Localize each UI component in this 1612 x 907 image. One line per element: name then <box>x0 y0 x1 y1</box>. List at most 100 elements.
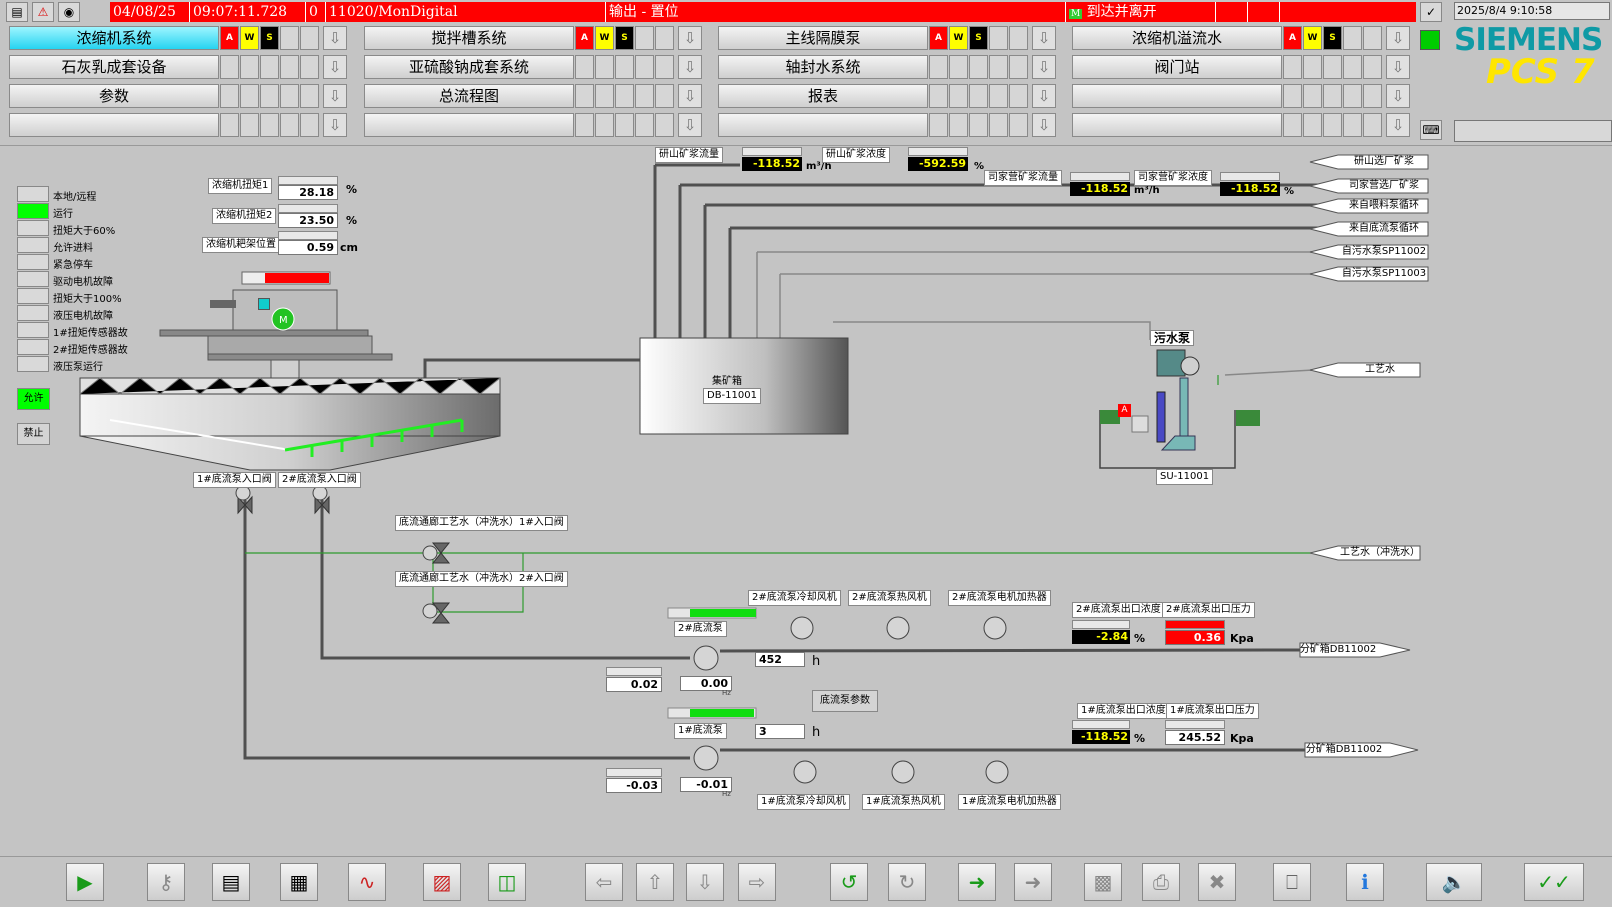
pump2-out-conc[interactable]: -2.84 <box>1072 630 1130 644</box>
pump1-out-press-status <box>1165 720 1225 729</box>
forbid-button[interactable]: 禁止 <box>17 423 50 445</box>
torque2-unit: % <box>346 214 358 227</box>
pump1-motor-heater-label[interactable]: 1#底流泵电机加热器 <box>958 794 1061 810</box>
pump1-destination[interactable]: 分矿箱DB11002 <box>1300 743 1388 757</box>
copy-icon[interactable]: ▩ <box>1084 863 1122 901</box>
pump2-name[interactable]: 2#底流泵 <box>674 621 727 637</box>
arrow-right-icon[interactable]: ⇨ <box>738 863 776 901</box>
process-diagram: M <box>79 154 1429 784</box>
login-icon[interactable]: ➜ <box>958 863 996 901</box>
legend-label: 扭矩大于100% <box>53 294 122 305</box>
torque1-value[interactable]: 28.18 <box>278 185 338 200</box>
underflow-params-button[interactable]: 底流泵参数 <box>812 690 878 712</box>
sijiaying-flow-value[interactable]: -118.52 <box>1070 182 1130 196</box>
key-icon[interactable]: ⚷ <box>147 863 185 901</box>
incoming-sijiaying[interactable]: 司家营选厂矿浆 <box>1340 179 1428 193</box>
pump2-unit-b: Hz <box>722 689 731 697</box>
print-icon[interactable]: ⎙ <box>1142 863 1180 901</box>
pump2-val-a[interactable]: 0.02 <box>606 677 662 692</box>
legend-indicator <box>17 203 49 219</box>
sewage-alarm-icon: A <box>1118 404 1131 417</box>
arrow-up-icon[interactable]: ⇧ <box>636 863 674 901</box>
pump2-heater-fan-label[interactable]: 2#底流泵热风机 <box>848 590 931 606</box>
legend-label: 液压电机故障 <box>53 311 113 322</box>
arrow-left-icon[interactable]: ⇦ <box>585 863 623 901</box>
monitor-icon[interactable]: ⎕ <box>1273 863 1311 901</box>
acknowledge-icon[interactable]: ✓✓ <box>1524 863 1584 901</box>
legend-label: 允许进料 <box>53 243 93 254</box>
play-icon[interactable]: ▶ <box>66 863 104 901</box>
sijiaying-flow-unit: m³/h <box>1134 185 1160 196</box>
torque2-value[interactable]: 23.50 <box>278 213 338 228</box>
legend-indicator <box>17 237 49 253</box>
uf1-inlet-valve-label[interactable]: 1#底流泵入口阀 <box>193 472 276 488</box>
pump1-name[interactable]: 1#底流泵 <box>674 723 727 739</box>
pump2-cooler-label[interactable]: 2#底流泵冷却风机 <box>748 590 841 606</box>
pump2-out-conc-unit: % <box>1134 632 1146 645</box>
flush2-valve-label[interactable]: 底流通廊工艺水（冲洗水）2#入口阀 <box>395 571 568 587</box>
pump2-destination[interactable]: 分矿箱DB11002 <box>1296 643 1380 657</box>
undo-icon[interactable]: ↺ <box>830 863 868 901</box>
flush1-valve-label[interactable]: 底流通廊工艺水（冲洗水）1#入口阀 <box>395 515 568 531</box>
pump1-out-press-unit: Kpa <box>1230 732 1254 745</box>
svg-text:M: M <box>279 315 288 326</box>
sewage-pump-title: 污水泵 <box>1150 330 1195 346</box>
legend-indicator <box>17 271 49 287</box>
incoming-yanshan[interactable]: 研山选厂矿浆 <box>1340 155 1428 169</box>
info-icon[interactable]: ℹ <box>1346 863 1384 901</box>
pump2-motor-heater-label[interactable]: 2#底流泵电机加热器 <box>948 590 1051 606</box>
incoming-sp11003[interactable]: 自污水泵SP11003 <box>1340 267 1428 281</box>
sijiaying-conc-label: 司家营矿浆浓度 <box>1134 170 1212 186</box>
pump1-hours-unit: h <box>812 725 821 740</box>
uf2-inlet-valve-label[interactable]: 2#底流泵入口阀 <box>278 472 361 488</box>
legend-label: 1#扭矩传感器故 <box>53 328 128 339</box>
pump2-out-press-label: 2#底流泵出口压力 <box>1162 602 1255 618</box>
pump1-val-a[interactable]: -0.03 <box>606 778 662 793</box>
pump1-hours[interactable]: 3 <box>755 724 805 739</box>
process-water-tag[interactable]: 工艺水 <box>1340 363 1420 377</box>
rake-status <box>278 231 338 240</box>
legend-indicator <box>17 322 49 338</box>
legend-label: 扭矩大于60% <box>53 226 116 237</box>
sijiaying-flow-label: 司家营矿浆流量 <box>984 170 1062 186</box>
pump1-heater-fan-label[interactable]: 1#底流泵热风机 <box>862 794 945 810</box>
arrow-down-icon[interactable]: ⇩ <box>686 863 724 901</box>
sijiaying-conc-value[interactable]: -118.52 <box>1220 182 1280 196</box>
pump2-out-conc-status <box>1072 620 1130 629</box>
thermometer-icon[interactable]: ▨ <box>423 863 461 901</box>
pump2-hours[interactable]: 452 <box>755 652 805 667</box>
pump2-out-press[interactable]: 0.36 <box>1165 630 1225 645</box>
logout-icon[interactable]: ➜ <box>1014 863 1052 901</box>
tank-name: 集矿箱 <box>712 376 742 387</box>
pump1-out-press-label: 1#底流泵出口压力 <box>1166 703 1259 719</box>
local-indicator-icon <box>258 298 270 310</box>
export-icon[interactable]: ◫ <box>488 863 526 901</box>
incoming-feed-pump[interactable]: 来自喂料泵循环 <box>1340 199 1428 213</box>
trend-icon[interactable]: ∿ <box>348 863 386 901</box>
horn-icon[interactable]: 🔈 <box>1426 863 1482 901</box>
sewage-pump-id: SU-11001 <box>1156 469 1214 485</box>
rake-label: 浓缩机耙架位置 <box>202 237 280 253</box>
yanshan-flow-status <box>742 147 802 156</box>
incoming-underflow[interactable]: 来自底流泵循环 <box>1340 222 1428 236</box>
rake-value[interactable]: 0.59 <box>278 240 338 255</box>
legend-indicator <box>17 356 49 372</box>
allow-button[interactable]: 允许 <box>17 388 50 410</box>
pump1-out-conc[interactable]: -118.52 <box>1072 730 1130 744</box>
report-icon[interactable]: ▦ <box>280 863 318 901</box>
incoming-sp11002[interactable]: 自污水泵SP11002 <box>1340 245 1428 259</box>
pump2-out-press-unit: Kpa <box>1230 632 1254 645</box>
legend-indicator <box>17 339 49 355</box>
legend-indicator <box>17 220 49 236</box>
pump1-out-conc-status <box>1072 720 1130 729</box>
new-doc-icon[interactable]: ▤ <box>212 863 250 901</box>
pump1-cooler-label[interactable]: 1#底流泵冷却风机 <box>757 794 850 810</box>
flush-water-tag[interactable]: 工艺水（冲洗水） <box>1340 546 1420 560</box>
yanshan-flow-value[interactable]: -118.52 <box>742 157 802 171</box>
pump1-out-press[interactable]: 245.52 <box>1165 730 1225 745</box>
delete-icon[interactable]: ✖ <box>1198 863 1236 901</box>
redo-icon[interactable]: ↻ <box>888 863 926 901</box>
yanshan-conc-value[interactable]: -592.59 <box>908 157 968 171</box>
yanshan-conc-unit: % <box>974 161 985 172</box>
torque1-unit: % <box>346 183 358 196</box>
